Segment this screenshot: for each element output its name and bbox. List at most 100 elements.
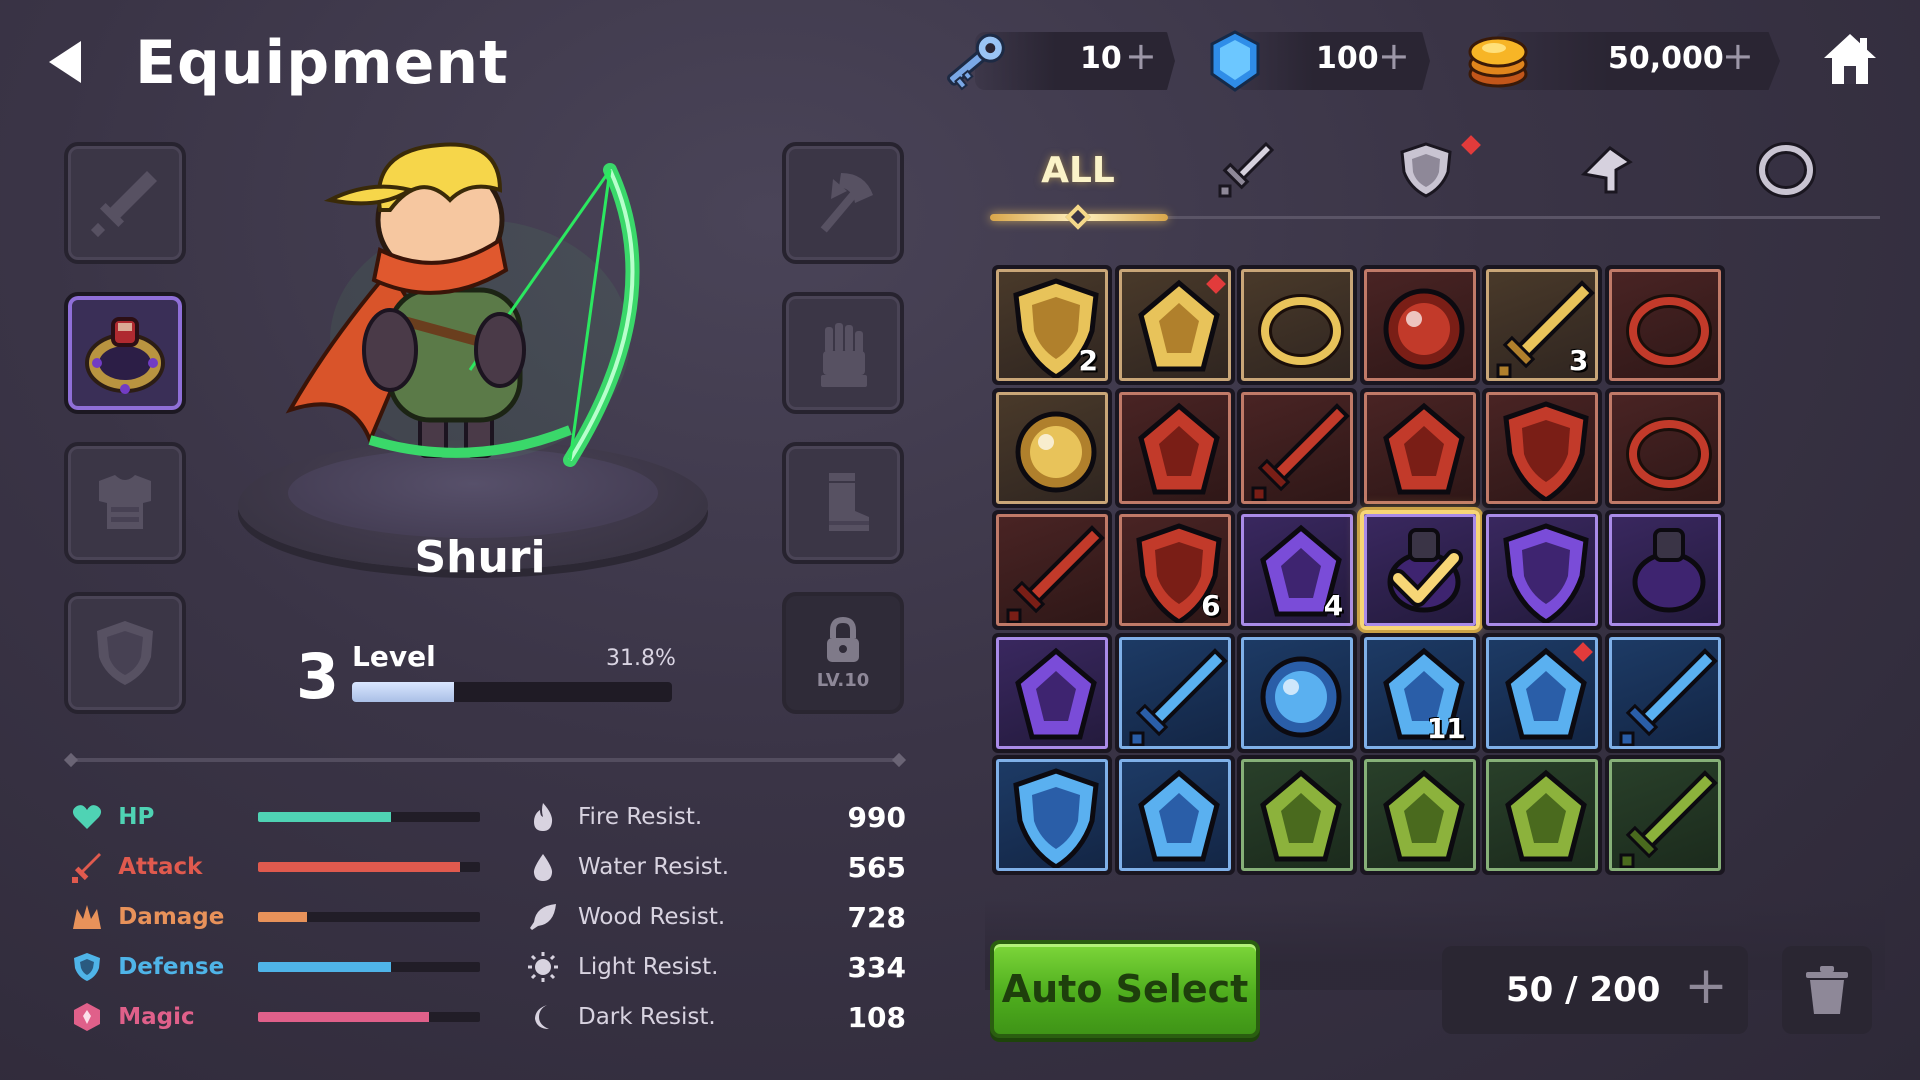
page-title: Equipment — [135, 28, 509, 98]
item-frame — [1609, 391, 1721, 504]
stats-divider — [70, 758, 900, 762]
inventory-item[interactable] — [1605, 632, 1725, 753]
ring-tab-icon — [1756, 142, 1816, 198]
tab-misc[interactable] — [1546, 130, 1666, 210]
stat-bar-fill — [257, 812, 392, 822]
inventory-item[interactable] — [1237, 755, 1358, 876]
stat-attack: Attack — [70, 847, 480, 887]
inventory-item[interactable]: 4 — [1237, 510, 1358, 631]
expand-inventory-icon[interactable]: + — [1676, 956, 1736, 1016]
weapon-slot[interactable] — [64, 142, 186, 264]
tab-armor[interactable] — [1366, 130, 1486, 210]
item-frame — [1241, 759, 1354, 872]
resist-label: Fire Resist. — [578, 804, 703, 830]
item-count: 2 — [1078, 344, 1098, 377]
item-frame — [1363, 759, 1476, 872]
axe-slot[interactable] — [782, 142, 904, 264]
inventory-item[interactable] — [1482, 387, 1603, 508]
stat-label: HP — [118, 804, 155, 830]
shield-slot[interactable] — [64, 592, 186, 714]
shield-slot-icon — [97, 621, 153, 685]
inventory-item[interactable] — [1359, 510, 1480, 631]
item-frame — [996, 759, 1108, 872]
gloves-slot[interactable] — [782, 292, 904, 414]
stat-bar — [257, 912, 480, 922]
item-frame — [1609, 759, 1721, 872]
tab-rings[interactable] — [1726, 130, 1846, 210]
inventory-item[interactable] — [1237, 387, 1358, 508]
inventory-item[interactable] — [992, 387, 1112, 508]
inventory-item[interactable] — [1482, 632, 1603, 753]
inventory-item[interactable] — [1605, 265, 1725, 385]
inventory-item[interactable] — [1605, 510, 1725, 631]
trash-icon — [1806, 966, 1848, 1014]
inventory-item[interactable] — [992, 510, 1112, 631]
inventory-item[interactable] — [1114, 265, 1235, 385]
add-keys-icon[interactable]: + — [1125, 34, 1157, 78]
add-gems-icon[interactable]: + — [1378, 34, 1410, 78]
character-name: Shuri — [414, 532, 546, 583]
inventory-item[interactable] — [1359, 755, 1480, 876]
gem-icon — [1210, 30, 1260, 92]
resist-dark: Dark Resist. 108 — [526, 997, 906, 1037]
boots-slot[interactable] — [782, 442, 904, 564]
armor-slot[interactable] — [64, 442, 186, 564]
inventory-item[interactable] — [992, 755, 1112, 876]
tab-all[interactable]: ALL — [1018, 130, 1138, 210]
stat-damage: Damage — [70, 897, 480, 937]
inventory-item[interactable] — [1482, 510, 1603, 631]
currency-keys[interactable]: 10 + — [935, 28, 1175, 94]
resist-label: Light Resist. — [578, 954, 719, 980]
resist-value: 108 — [847, 1000, 906, 1034]
auto-select-button[interactable]: Auto Select — [990, 940, 1260, 1038]
sun-icon — [526, 950, 560, 984]
stat-label: Attack — [118, 854, 203, 880]
currency-gems[interactable]: 100 + — [1200, 28, 1430, 94]
home-button[interactable] — [1822, 30, 1878, 88]
item-count: 3 — [1568, 344, 1589, 377]
inventory-item[interactable] — [1359, 387, 1480, 508]
inventory-item[interactable]: 2 — [992, 265, 1112, 385]
level-progress-fill — [352, 682, 454, 702]
inventory-item[interactable] — [1237, 632, 1358, 753]
back-button[interactable] — [40, 32, 90, 92]
item-frame — [1241, 269, 1354, 381]
item-frame — [996, 636, 1108, 749]
inventory-item[interactable] — [1482, 755, 1603, 876]
item-frame — [1486, 391, 1599, 504]
resist-wood: Wood Resist. 728 — [526, 897, 906, 937]
magic-icon — [70, 999, 104, 1035]
inventory-item[interactable] — [1605, 387, 1725, 508]
gloves-slot-icon — [821, 323, 867, 387]
resist-value: 728 — [847, 900, 906, 934]
resist-label: Dark Resist. — [578, 1004, 716, 1030]
stat-bar-fill — [257, 962, 392, 972]
inventory-item[interactable] — [992, 632, 1112, 753]
inventory-item[interactable]: 11 — [1359, 632, 1480, 753]
lock-icon — [827, 616, 859, 662]
level-progress-text: 31.8% — [606, 646, 676, 671]
inventory-item[interactable]: 3 — [1482, 265, 1603, 385]
burst-icon — [70, 899, 104, 935]
stat-bar — [257, 862, 480, 872]
inventory-item[interactable] — [1114, 632, 1235, 753]
inventory-item[interactable] — [1114, 755, 1235, 876]
accessory-slot[interactable] — [64, 292, 186, 414]
stat-defense: Defense — [70, 947, 480, 987]
stat-magic: Magic — [70, 997, 480, 1037]
inventory-item[interactable] — [1605, 755, 1725, 876]
add-coins-icon[interactable]: + — [1722, 34, 1754, 78]
tab-weapons[interactable] — [1186, 130, 1306, 210]
sword-icon — [70, 849, 104, 885]
item-frame — [1118, 391, 1231, 504]
sword-slot-icon — [90, 171, 157, 238]
currency-coins[interactable]: 50,000 + — [1460, 28, 1780, 94]
inventory-item[interactable] — [1237, 265, 1358, 385]
resist-light: Light Resist. 334 — [526, 947, 906, 987]
stat-bar-fill — [257, 912, 307, 922]
inventory-item[interactable]: 6 — [1114, 510, 1235, 631]
inventory-item[interactable] — [1114, 387, 1235, 508]
trash-button[interactable] — [1782, 946, 1872, 1034]
inventory-item[interactable] — [1359, 265, 1480, 385]
item-frame — [996, 514, 1108, 627]
